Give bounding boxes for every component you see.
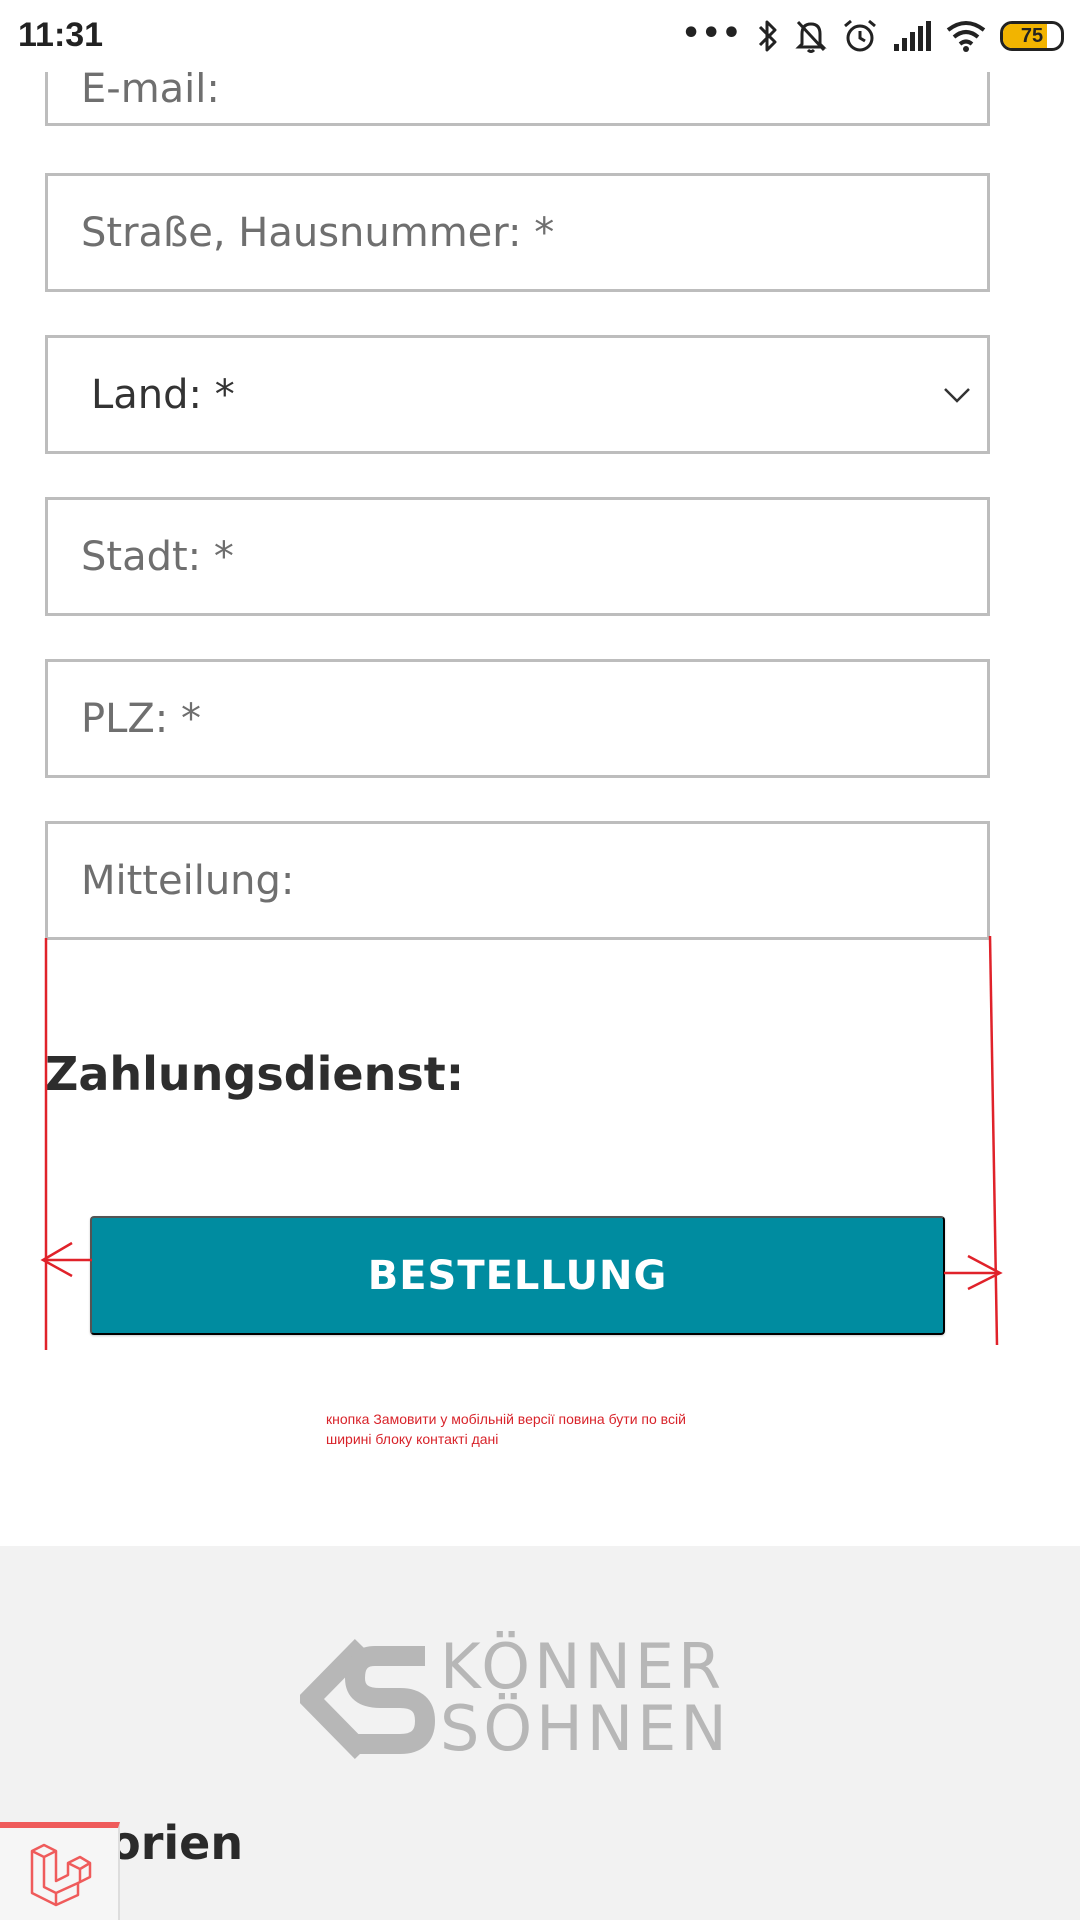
status-time: 11:31 [18, 16, 104, 54]
logo-text: KÖNNER SÖHNEN [440, 1636, 731, 1760]
brand-logo[interactable]: KÖNNER SÖHNEN [300, 1636, 780, 1766]
street-field[interactable]: Straße, Hausnummer: * [45, 173, 990, 292]
annotation-note: кнопка Замовити у мобільній версії повин… [326, 1411, 686, 1447]
payment-heading: Zahlungsdienst: [45, 1047, 465, 1101]
street-placeholder: Straße, Hausnummer: * [81, 209, 555, 256]
status-icons: ••• 75 [681, 14, 1064, 58]
bell-muted-icon [795, 20, 827, 53]
logo-line1: KÖNNER [440, 1630, 726, 1703]
laravel-icon [30, 1843, 92, 1907]
ks-logo-icon [300, 1638, 436, 1760]
battery-percent: 75 [1020, 24, 1044, 47]
wifi-icon [946, 21, 986, 52]
chevron-down-icon [944, 387, 970, 403]
city-placeholder: Stadt: * [81, 533, 234, 580]
more-notifications-icon: ••• [681, 15, 742, 51]
debugbar-toggle[interactable] [0, 1822, 120, 1920]
country-select[interactable]: Land: * [45, 335, 990, 454]
zip-field[interactable]: PLZ: * [45, 659, 990, 778]
status-bar: 11:31 ••• 75 [0, 0, 1080, 72]
country-label: Land: * [91, 371, 235, 418]
bluetooth-icon [758, 20, 777, 52]
email-placeholder: E-mail: [81, 66, 220, 112]
footer: KÖNNER SÖHNEN egorien [0, 1546, 1080, 1920]
message-placeholder: Mitteilung: [81, 857, 295, 904]
order-button[interactable]: BESTELLUNG [90, 1216, 945, 1335]
alarm-icon [844, 19, 876, 52]
battery-icon: 75 [1000, 21, 1064, 51]
logo-line2: SÖHNEN [440, 1692, 731, 1765]
city-field[interactable]: Stadt: * [45, 497, 990, 616]
zip-placeholder: PLZ: * [81, 695, 201, 742]
signal-icon [894, 21, 931, 51]
message-field[interactable]: Mitteilung: [45, 821, 990, 940]
